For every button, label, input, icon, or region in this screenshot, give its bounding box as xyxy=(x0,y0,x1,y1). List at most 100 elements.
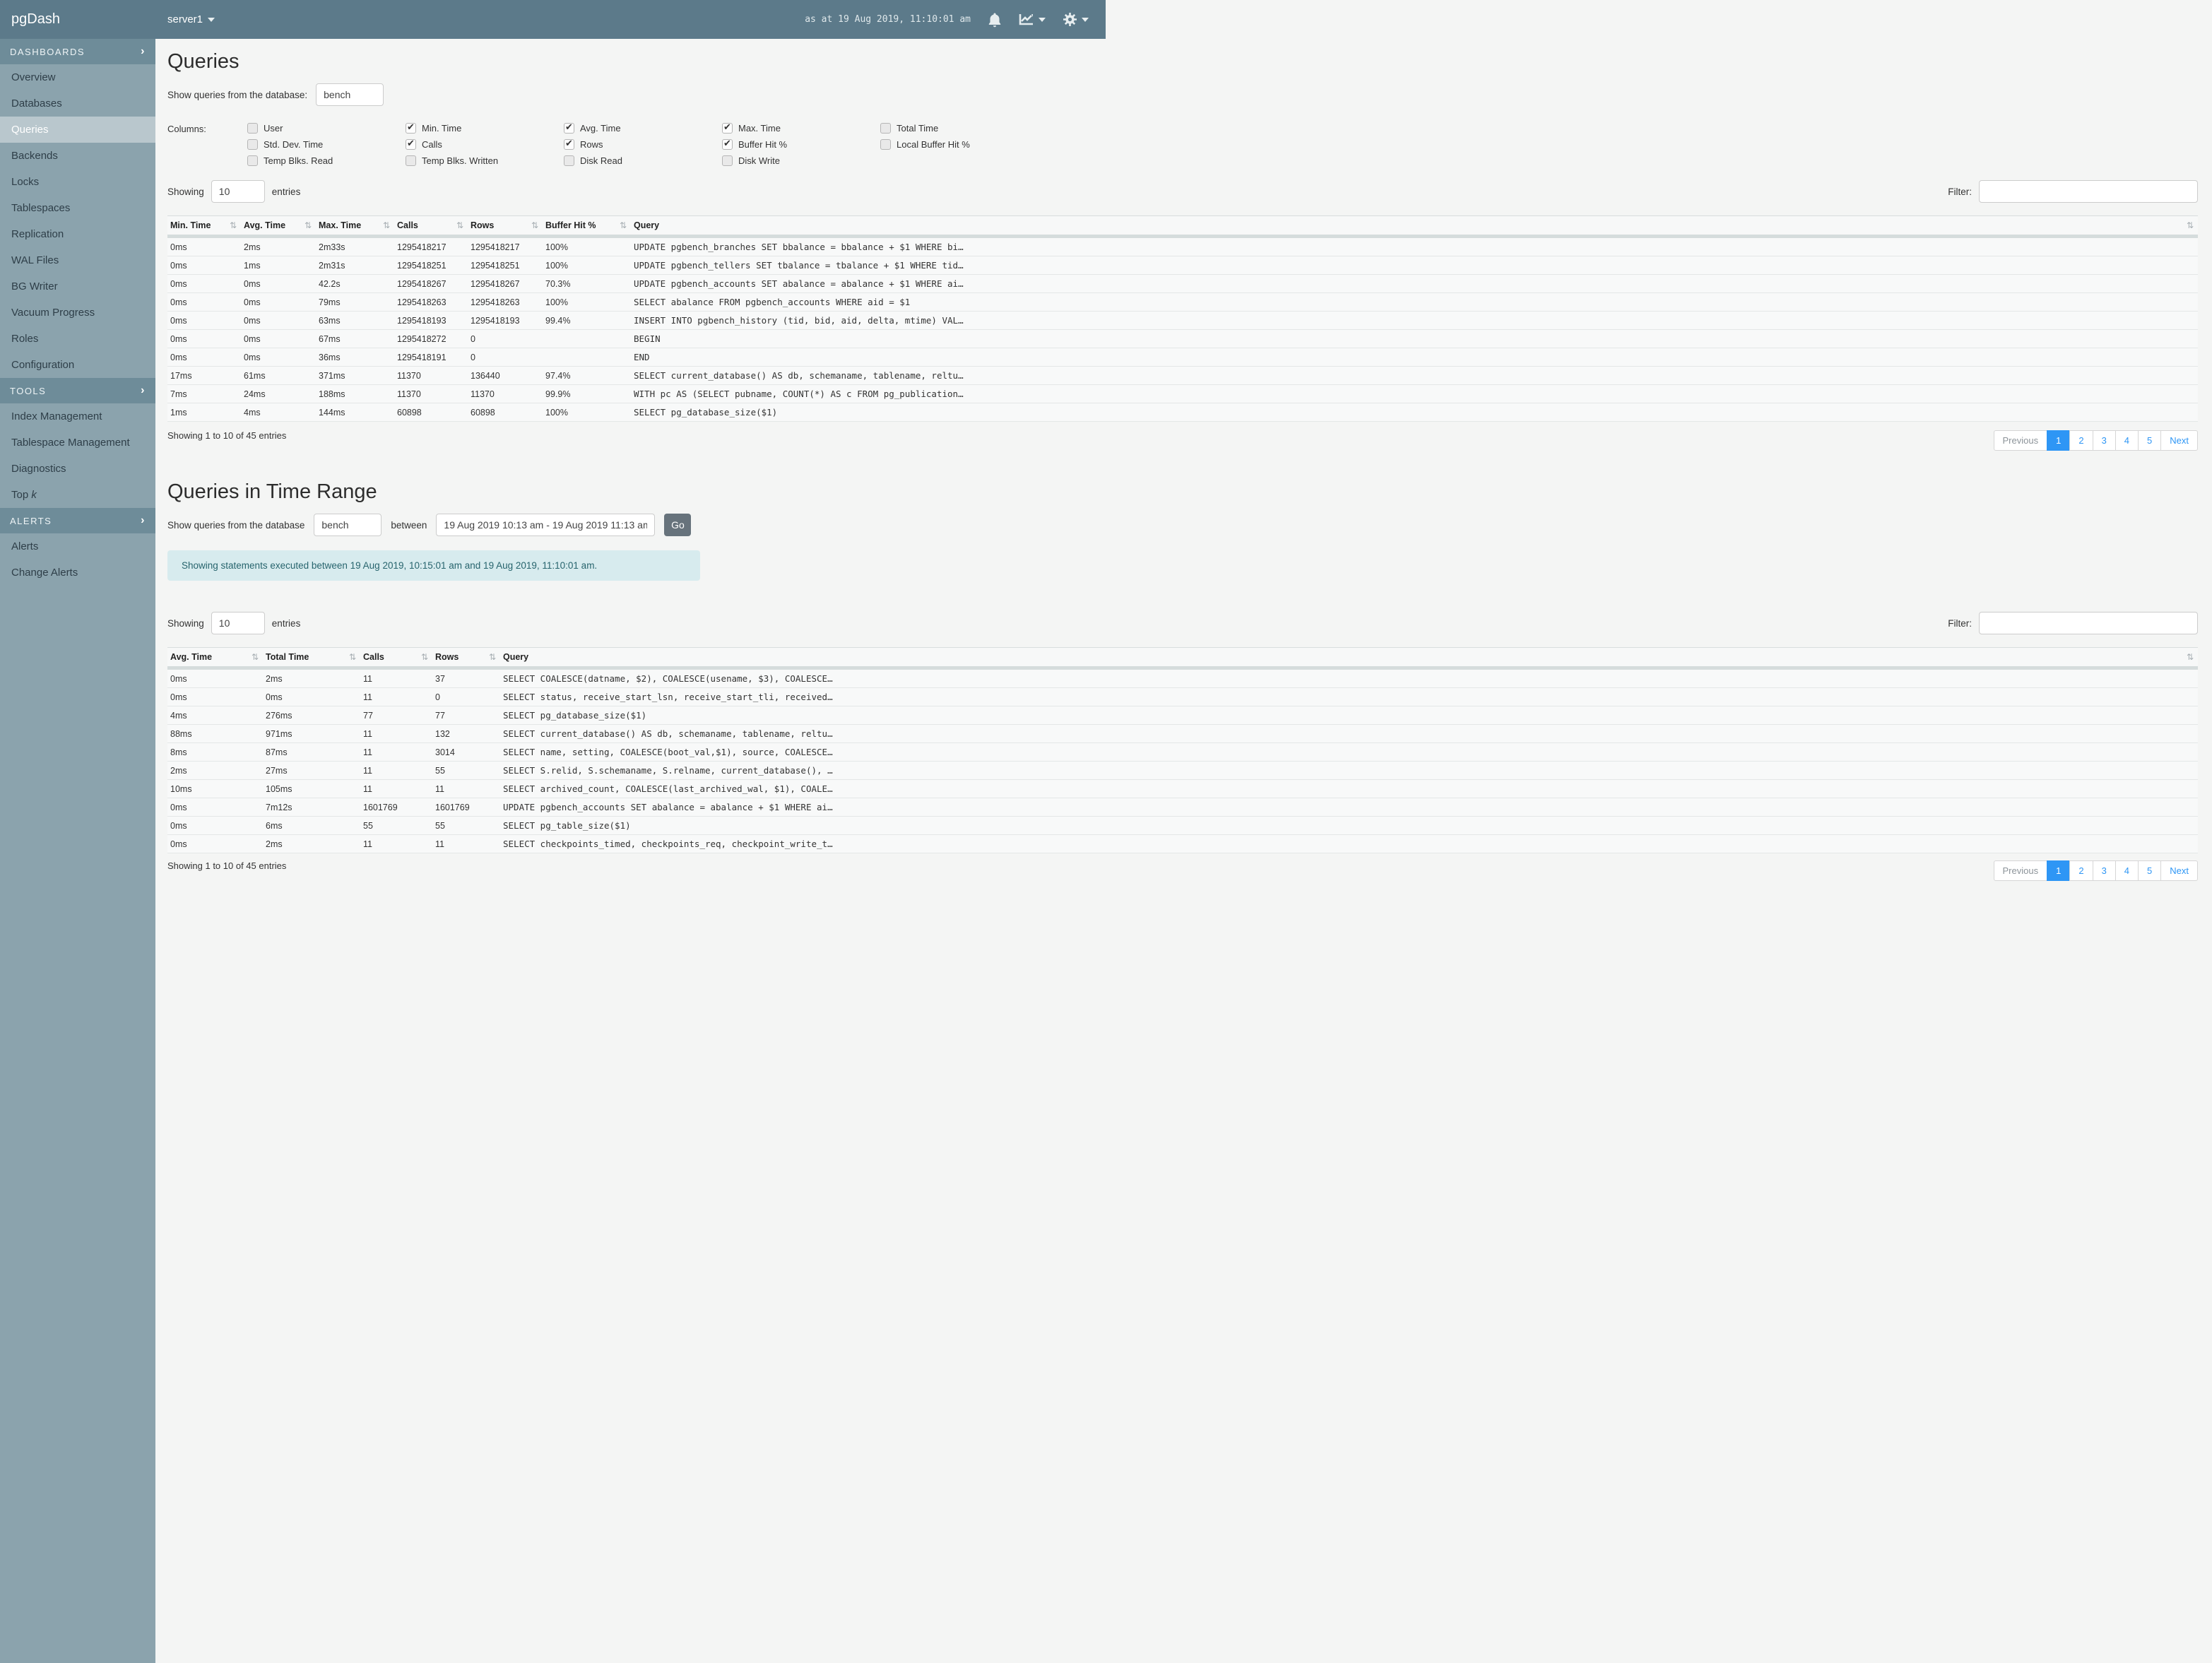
column-toggle-disk-read[interactable]: Disk Read xyxy=(564,155,722,166)
column-toggle-temp-blks-written[interactable]: Temp Blks. Written xyxy=(406,155,564,166)
sidebar-item-vacuum-progress[interactable]: Vacuum Progress xyxy=(0,300,155,326)
sidebar-item-roles[interactable]: Roles xyxy=(0,326,155,352)
query-link[interactable]: SELECT pg_database_size($1) xyxy=(631,403,2198,422)
query-link[interactable]: UPDATE pgbench_branches SET bbalance = b… xyxy=(631,236,2198,256)
pagination-page-2[interactable]: 2 xyxy=(2069,430,2093,451)
pagination-page-3[interactable]: 3 xyxy=(2092,860,2116,881)
column-header-avg-time[interactable]: Avg. Time ⇅ xyxy=(167,647,263,670)
entries-count-input[interactable] xyxy=(211,612,265,634)
sidebar-item-bg-writer[interactable]: BG Writer xyxy=(0,273,155,300)
sidebar-item-replication[interactable]: Replication xyxy=(0,221,155,247)
database-input[interactable] xyxy=(314,514,382,536)
column-toggle-rows[interactable]: Rows xyxy=(564,138,722,150)
checkbox-unchecked-icon[interactable] xyxy=(564,155,574,166)
sort-icon[interactable]: ⇅ xyxy=(489,652,496,662)
notifications-button[interactable] xyxy=(988,12,1002,28)
sidebar-item-top-k[interactable]: Top k xyxy=(0,482,155,508)
column-header-query[interactable]: Query ⇅ xyxy=(500,647,2198,670)
pagination-page-5[interactable]: 5 xyxy=(2138,430,2162,451)
query-link[interactable]: SELECT checkpoints_timed, checkpoints_re… xyxy=(500,834,2198,853)
column-header-total-time[interactable]: Total Time ⇅ xyxy=(263,647,360,670)
query-link[interactable]: SELECT pg_table_size($1) xyxy=(500,816,2198,835)
checkbox-checked-icon[interactable] xyxy=(564,122,574,134)
settings-menu-button[interactable] xyxy=(1063,12,1089,27)
sidebar-item-databases[interactable]: Databases xyxy=(0,90,155,117)
column-toggle-total-time[interactable]: Total Time xyxy=(880,123,1039,134)
sidebar-section-tools[interactable]: TOOLS › xyxy=(0,378,155,403)
sidebar-item-backends[interactable]: Backends xyxy=(0,143,155,169)
pagination-page-1[interactable]: 1 xyxy=(2047,860,2071,881)
sidebar-item-index-management[interactable]: Index Management xyxy=(0,403,155,430)
column-header-max-time[interactable]: Max. Time ⇅ xyxy=(316,215,394,238)
go-button[interactable]: Go xyxy=(664,514,692,536)
filter-input[interactable] xyxy=(1979,180,2198,203)
column-header-query[interactable]: Query ⇅ xyxy=(631,215,2198,238)
checkbox-unchecked-icon[interactable] xyxy=(722,155,733,166)
query-link[interactable]: SELECT current_database() AS db, scheman… xyxy=(500,724,2198,743)
pagination-page-5[interactable]: 5 xyxy=(2138,860,2162,881)
column-toggle-calls[interactable]: Calls xyxy=(406,138,564,150)
query-link[interactable]: UPDATE pgbench_accounts SET abalance = a… xyxy=(500,798,2198,817)
pagination-page-4[interactable]: 4 xyxy=(2115,430,2139,451)
column-toggle-temp-blks-read[interactable]: Temp Blks. Read xyxy=(247,155,406,166)
sort-icon[interactable]: ⇅ xyxy=(383,220,390,230)
query-link[interactable]: END xyxy=(631,348,2198,367)
sidebar-item-locks[interactable]: Locks xyxy=(0,169,155,195)
sort-icon[interactable]: ⇅ xyxy=(2187,220,2194,230)
sort-icon[interactable]: ⇅ xyxy=(2187,652,2194,662)
query-link[interactable]: SELECT pg_database_size($1) xyxy=(500,706,2198,725)
query-link[interactable]: WITH pc AS (SELECT pubname, COUNT(*) AS … xyxy=(631,384,2198,403)
checkbox-checked-icon[interactable] xyxy=(406,138,416,150)
sidebar-item-tablespace-management[interactable]: Tablespace Management xyxy=(0,430,155,456)
sidebar-item-queries[interactable]: Queries xyxy=(0,117,155,143)
sidebar-section-dashboards[interactable]: DASHBOARDS › xyxy=(0,39,155,64)
sort-icon[interactable]: ⇅ xyxy=(252,652,259,662)
checkbox-unchecked-icon[interactable] xyxy=(880,139,891,150)
pagination-previous-button[interactable]: Previous xyxy=(1993,430,2048,451)
sort-icon[interactable]: ⇅ xyxy=(531,220,538,230)
column-header-calls[interactable]: Calls ⇅ xyxy=(360,647,432,670)
column-header-rows[interactable]: Rows ⇅ xyxy=(468,215,543,238)
pagination-next-button[interactable]: Next xyxy=(2160,430,2198,451)
sidebar-item-overview[interactable]: Overview xyxy=(0,64,155,90)
column-toggle-avg-time[interactable]: Avg. Time xyxy=(564,122,722,134)
column-toggle-min-time[interactable]: Min. Time xyxy=(406,122,564,134)
database-input[interactable] xyxy=(316,83,384,106)
column-header-min-time[interactable]: Min. Time ⇅ xyxy=(167,215,241,238)
checkbox-checked-icon[interactable] xyxy=(564,138,574,150)
checkbox-unchecked-icon[interactable] xyxy=(406,155,416,166)
pagination-previous-button[interactable]: Previous xyxy=(1993,860,2048,881)
query-link[interactable]: SELECT name, setting, COALESCE(boot_val,… xyxy=(500,742,2198,762)
query-link[interactable]: UPDATE pgbench_tellers SET tbalance = tb… xyxy=(631,256,2198,275)
query-link[interactable]: BEGIN xyxy=(631,329,2198,348)
pagination-page-3[interactable]: 3 xyxy=(2092,430,2116,451)
query-link[interactable]: SELECT current_database() AS db, scheman… xyxy=(631,366,2198,385)
sort-icon[interactable]: ⇅ xyxy=(620,220,627,230)
server-selector[interactable]: server1 xyxy=(167,13,215,25)
checkbox-unchecked-icon[interactable] xyxy=(247,123,258,134)
sort-icon[interactable]: ⇅ xyxy=(421,652,428,662)
column-toggle-buffer-hit-[interactable]: Buffer Hit % xyxy=(722,138,880,150)
pagination-page-2[interactable]: 2 xyxy=(2069,860,2093,881)
sort-icon[interactable]: ⇅ xyxy=(304,220,312,230)
query-link[interactable]: SELECT S.relid, S.schemaname, S.relname,… xyxy=(500,761,2198,780)
sort-icon[interactable]: ⇅ xyxy=(456,220,463,230)
checkbox-unchecked-icon[interactable] xyxy=(247,139,258,150)
query-link[interactable]: SELECT COALESCE(datname, $2), COALESCE(u… xyxy=(500,668,2198,688)
query-link[interactable]: UPDATE pgbench_accounts SET abalance = a… xyxy=(631,274,2198,293)
column-header-avg-time[interactable]: Avg. Time ⇅ xyxy=(241,215,316,238)
entries-count-input[interactable] xyxy=(211,180,265,203)
column-toggle-max-time[interactable]: Max. Time xyxy=(722,122,880,134)
column-toggle-local-buffer-hit-[interactable]: Local Buffer Hit % xyxy=(880,139,1039,150)
sort-icon[interactable]: ⇅ xyxy=(230,220,237,230)
sidebar-item-alerts[interactable]: Alerts xyxy=(0,533,155,560)
checkbox-unchecked-icon[interactable] xyxy=(880,123,891,134)
date-range-input[interactable] xyxy=(436,514,656,536)
sidebar-item-change-alerts[interactable]: Change Alerts xyxy=(0,560,155,586)
sidebar-item-diagnostics[interactable]: Diagnostics xyxy=(0,456,155,482)
pagination-next-button[interactable]: Next xyxy=(2160,860,2198,881)
sidebar-item-configuration[interactable]: Configuration xyxy=(0,352,155,378)
filter-input[interactable] xyxy=(1979,612,2198,634)
sidebar-item-wal-files[interactable]: WAL Files xyxy=(0,247,155,273)
pagination-page-1[interactable]: 1 xyxy=(2047,430,2071,451)
